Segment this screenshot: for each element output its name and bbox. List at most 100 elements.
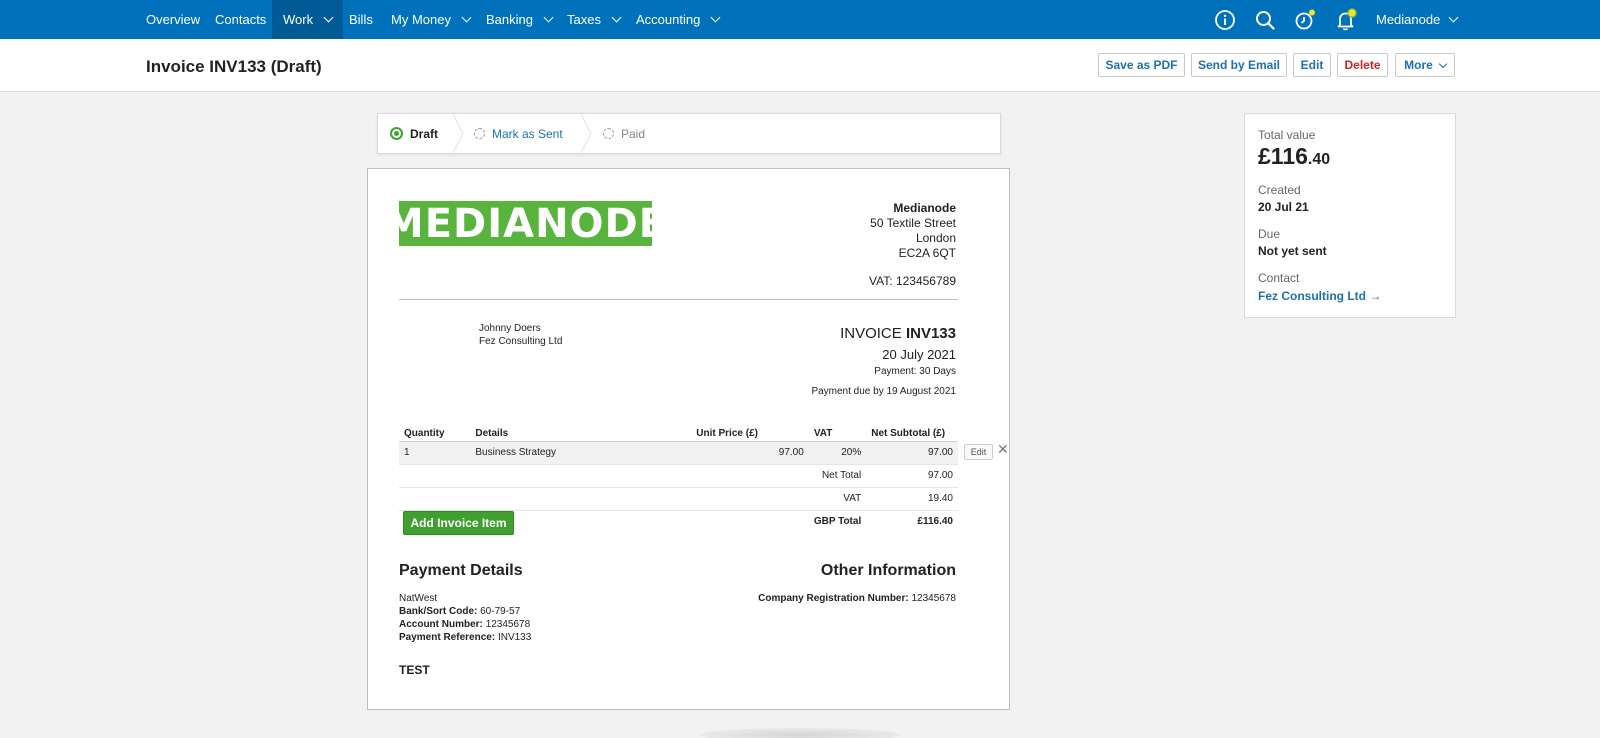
invoice-notes: TEST xyxy=(399,663,430,677)
invoice-heading: INVOICE INV133 xyxy=(840,325,956,342)
column-header-net-subtotal: Net Subtotal (£) xyxy=(871,427,946,439)
page-shadow xyxy=(700,728,900,738)
net-total-label: Net Total xyxy=(808,463,867,487)
step-label: Draft xyxy=(410,126,439,141)
nav-bills[interactable]: Bills xyxy=(349,0,373,39)
total-value-major: £116 xyxy=(1258,143,1308,169)
cell-vat: 20% xyxy=(808,440,867,464)
edit-line-item-button[interactable]: Edit xyxy=(964,444,993,460)
payment-details-heading: Payment Details xyxy=(399,562,523,579)
gbp-total-label: GBP Total xyxy=(808,509,867,533)
payment-due-date: Payment due by 19 August 2021 xyxy=(811,386,956,397)
company-postcode: EC2A 6QT xyxy=(898,246,956,260)
table-header-row: Quantity Details Unit Price (£) VAT Net … xyxy=(399,424,958,441)
radio-empty-icon xyxy=(474,128,485,139)
vat-total-value: 19.40 xyxy=(866,486,958,510)
company-city: London xyxy=(915,231,956,245)
column-header-unit-price: Unit Price (£) xyxy=(696,427,758,439)
total-value-minor: .40 xyxy=(1307,151,1331,168)
status-step-mark-as-sent[interactable]: Mark as Sent xyxy=(474,114,563,153)
nav-label: Contacts xyxy=(215,12,267,27)
payment-reference-value: INV133 xyxy=(497,632,532,643)
contact-label: Contact xyxy=(1258,271,1300,285)
due-value: Not yet sent xyxy=(1258,244,1327,258)
contact-link[interactable]: Fez Consulting Ltd → xyxy=(1258,289,1381,303)
recipient-company: Fez Consulting Ltd xyxy=(479,336,563,347)
cell-net-subtotal: 97.00 xyxy=(866,440,958,464)
nav-label: Accounting xyxy=(636,12,701,27)
nav-overview[interactable]: Overview xyxy=(146,0,200,39)
totals-row-net: Net Total 97.00 xyxy=(399,463,958,487)
company-registration-line: Company Registration Number: 12345678 xyxy=(758,593,956,604)
vat-total-label: VAT xyxy=(808,486,867,510)
bank-name: NatWest xyxy=(399,593,438,604)
step-separator-icon xyxy=(580,114,592,153)
nav-my-money[interactable]: My Money xyxy=(391,0,472,39)
company-name: Medianode xyxy=(893,201,956,215)
invoice-date: 20 July 2021 xyxy=(882,347,956,362)
chevron-down-icon xyxy=(1448,12,1459,23)
chevron-down-icon xyxy=(323,12,334,23)
step-label: Paid xyxy=(621,126,646,141)
save-as-pdf-button[interactable]: Save as PDF xyxy=(1098,53,1185,77)
cell-quantity: 1 xyxy=(399,440,471,464)
cell-details: Business Strategy xyxy=(470,440,692,464)
nav-label: Overview xyxy=(146,12,201,27)
status-step-draft: Draft xyxy=(390,114,438,153)
invoice-number: INV133 xyxy=(905,325,956,342)
payment-reference-label: Payment Reference: xyxy=(399,632,496,643)
total-value-label: Total value xyxy=(1258,128,1316,142)
invoice-document: MEDIANODE Medianode 50 Textile Street Lo… xyxy=(367,168,1010,710)
timer-icon[interactable] xyxy=(1293,8,1317,32)
top-navigation-bar: Overview Contacts Work Bills My Money Ba… xyxy=(0,0,1600,39)
account-number-line: Account Number: 12345678 xyxy=(399,619,530,630)
chevron-down-icon xyxy=(543,12,554,23)
gbp-total-value: £116.40 xyxy=(866,509,958,533)
sort-code-label: Bank/Sort Code: xyxy=(399,606,478,617)
more-label: More xyxy=(1404,58,1433,72)
more-dropdown-button[interactable]: More xyxy=(1395,53,1455,77)
other-information-heading: Other Information xyxy=(820,562,956,579)
info-icon[interactable] xyxy=(1213,8,1237,32)
nav-accounting[interactable]: Accounting xyxy=(636,0,721,39)
account-name: Medianode xyxy=(1376,12,1441,27)
add-invoice-item-button[interactable]: Add Invoice Item xyxy=(403,511,514,535)
account-menu[interactable]: Medianode xyxy=(1376,0,1459,39)
notifications-bell-icon[interactable] xyxy=(1334,8,1358,32)
company-vat-number: VAT: 123456789 xyxy=(869,274,956,288)
edit-button[interactable]: Edit xyxy=(1293,53,1331,77)
nav-work[interactable]: Work xyxy=(272,0,344,39)
nav-contacts[interactable]: Contacts xyxy=(215,0,266,39)
chevron-down-icon xyxy=(611,12,622,23)
invoice-word: INVOICE xyxy=(840,325,902,342)
invoice-summary-panel: Total value £116.40 Created 20 Jul 21 Du… xyxy=(1244,113,1456,318)
account-number-label: Account Number: xyxy=(399,619,483,630)
radio-empty-icon xyxy=(603,128,614,139)
search-icon[interactable] xyxy=(1253,8,1277,32)
company-logo: MEDIANODE xyxy=(383,200,668,247)
total-value: £116.40 xyxy=(1258,143,1330,170)
step-separator-icon xyxy=(452,114,464,153)
recipient-person: Johnny Doers xyxy=(479,323,541,334)
created-value: 20 Jul 21 xyxy=(1258,200,1309,214)
created-label: Created xyxy=(1258,183,1301,197)
send-by-email-button[interactable]: Send by Email xyxy=(1191,53,1287,77)
delete-button[interactable]: Delete xyxy=(1337,53,1388,77)
nav-label: My Money xyxy=(391,12,451,27)
chevron-down-icon xyxy=(461,12,472,23)
column-header-vat: VAT xyxy=(813,427,833,439)
status-step-paid: Paid xyxy=(603,114,645,153)
nav-label: Work xyxy=(283,12,314,27)
table-row[interactable]: 1 Business Strategy 97.00 20% 97.00 xyxy=(399,440,958,464)
page-title: Invoice INV133 (Draft) xyxy=(146,57,322,76)
page-header: Invoice INV133 (Draft) Save as PDF Send … xyxy=(0,39,1600,92)
company-registration-value: 12345678 xyxy=(911,593,957,604)
cell-unit-price: 97.00 xyxy=(691,440,809,464)
company-address-line: 50 Textile Street xyxy=(870,216,956,230)
nav-banking[interactable]: Banking xyxy=(486,0,554,39)
account-number-value: 12345678 xyxy=(485,619,531,630)
totals-row-vat: VAT 19.40 xyxy=(399,486,958,510)
chevron-down-icon xyxy=(710,12,721,23)
nav-taxes[interactable]: Taxes xyxy=(567,0,622,39)
remove-line-item-icon[interactable]: ✕ xyxy=(997,441,1009,458)
